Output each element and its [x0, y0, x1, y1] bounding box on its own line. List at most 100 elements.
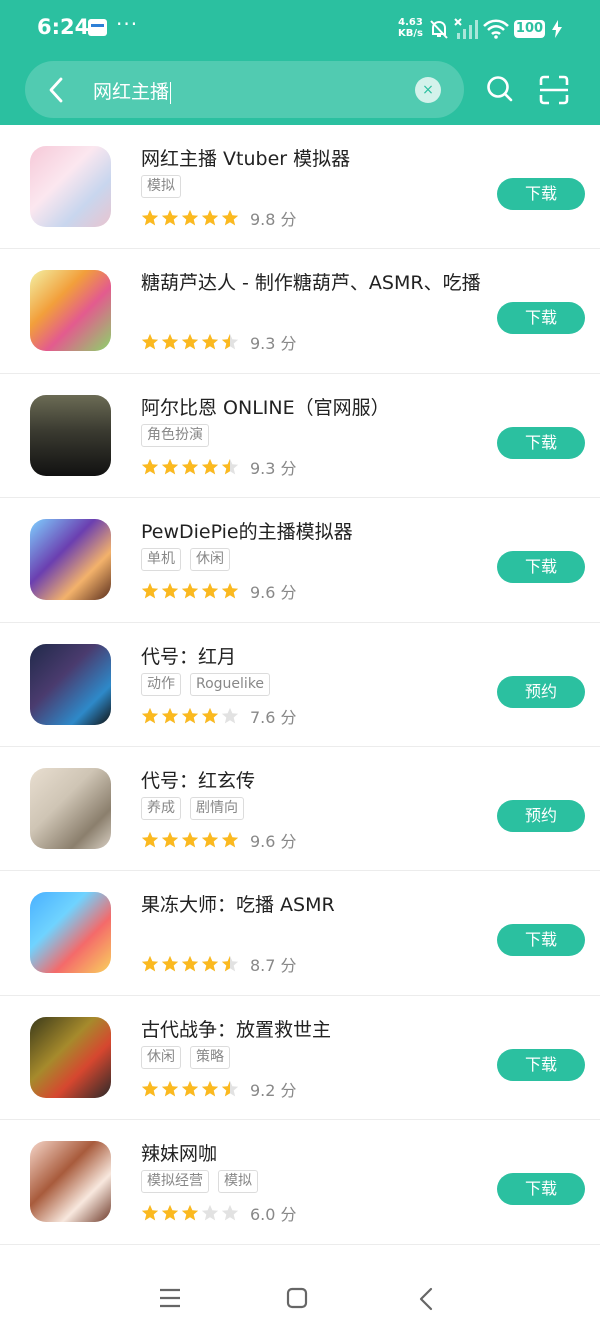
app-list-item[interactable]: PewDiePie的主播模拟器 单机 休闲 9.6 分 下载 — [0, 498, 600, 623]
star-full-icon — [161, 1080, 179, 1097]
star-full-icon — [201, 831, 219, 848]
app-name[interactable]: 古代战争：放置救世主 — [141, 1015, 331, 1042]
app-icon-image[interactable] — [30, 1016, 111, 1098]
star-full-icon — [141, 583, 159, 599]
star-full-icon — [181, 209, 199, 226]
app-rating: 9.6 分 — [141, 828, 297, 852]
more-notifications: ··· — [116, 12, 139, 36]
app-list-item[interactable]: 代号：红月 动作 Roguelike 7.6 分 预约 — [0, 623, 600, 747]
clear-icon: × — [422, 82, 434, 98]
download-button[interactable]: 下载 — [497, 1048, 585, 1081]
search-bar[interactable]: 网红主播 × — [25, 61, 464, 118]
app-list-item[interactable]: 辣妹网咖 模拟经营 模拟 6.0 分 下载 — [0, 1120, 600, 1245]
star-full-icon — [141, 831, 159, 848]
clear-button[interactable]: × — [415, 77, 441, 103]
rating-score: 8.7 分 — [250, 956, 297, 976]
app-name[interactable]: 代号：红月 — [141, 642, 236, 669]
text-caret — [170, 81, 172, 104]
back-icon[interactable] — [417, 1287, 435, 1311]
back-arrow-icon[interactable] — [43, 75, 71, 105]
app-tag: 模拟经营 — [141, 1170, 209, 1194]
download-button[interactable]: 下载 — [497, 302, 585, 335]
star-full-icon — [161, 831, 179, 848]
app-tags: 休闲 策略 — [141, 1045, 230, 1069]
download-button[interactable]: 下载 — [497, 426, 585, 459]
bell-muted-icon — [430, 20, 448, 39]
app-list-item[interactable]: 果冻大师：吃播 ASMR 8.7 分 下载 — [0, 871, 600, 996]
rating-score: 6.0 分 — [250, 1205, 297, 1225]
scan-icon[interactable] — [539, 75, 569, 105]
star-full-icon — [141, 1080, 159, 1097]
rating-stars — [141, 1080, 239, 1098]
star-full-icon — [141, 209, 159, 226]
app-icon-image[interactable] — [30, 643, 111, 725]
star-full-icon — [201, 209, 219, 226]
app-icon-image[interactable] — [30, 270, 111, 352]
rating-score: 7.6 分 — [250, 707, 297, 727]
search-icon[interactable] — [486, 75, 514, 103]
star-full-icon — [221, 209, 239, 226]
download-button[interactable]: 下载 — [497, 1173, 585, 1206]
app-icon-image[interactable] — [30, 519, 111, 601]
app-name[interactable]: 果冻大师：吃播 ASMR — [141, 890, 335, 917]
star-full-icon — [141, 458, 159, 475]
app-icon-image[interactable] — [30, 892, 111, 974]
rating-stars — [141, 582, 239, 600]
star-full-icon — [141, 1205, 159, 1221]
rating-score: 9.6 分 — [250, 583, 297, 603]
app-tags: 模拟 — [141, 175, 181, 198]
app-list-item[interactable]: 网红主播 Vtuber 模拟器 模拟 9.8 分 下载 — [0, 125, 600, 250]
rating-score: 9.6 分 — [250, 831, 297, 851]
signal-icon — [454, 18, 478, 39]
star-empty-icon — [221, 707, 239, 723]
app-icon-image[interactable] — [30, 767, 111, 849]
app-tag: 角色扮演 — [141, 423, 209, 447]
app-rating: 8.7 分 — [141, 952, 297, 976]
rating-score: 9.3 分 — [250, 334, 297, 354]
app-rating: 9.2 分 — [141, 1077, 297, 1101]
app-icon-image[interactable] — [30, 1141, 111, 1223]
download-button[interactable]: 下载 — [497, 551, 585, 584]
reserve-button[interactable]: 预约 — [497, 675, 585, 708]
network-speed-value: 4.63 — [398, 17, 423, 28]
menu-icon[interactable] — [159, 1288, 181, 1308]
app-icon-image[interactable] — [30, 394, 111, 476]
rating-stars — [141, 831, 239, 849]
app-rating: 9.3 分 — [141, 330, 297, 354]
wifi-icon — [483, 19, 509, 39]
home-icon[interactable] — [286, 1287, 308, 1309]
app-tag: 养成 — [141, 796, 181, 820]
app-name[interactable]: PewDiePie的主播模拟器 — [141, 517, 353, 544]
star-full-icon — [181, 458, 199, 475]
app-list-item[interactable]: 糖葫芦达人 - 制作糖葫芦、ASMR、吃播 9.3 分 下载 — [0, 249, 600, 374]
search-results-list: 网红主播 Vtuber 模拟器 模拟 9.8 分下载 糖葫芦达人 - 制作糖葫芦、AS… — [0, 125, 600, 1245]
card-icon — [88, 19, 107, 36]
app-list-item[interactable]: 古代战争：放置救世主 休闲 策略 9.2 分 下载 — [0, 996, 600, 1121]
app-tag: Roguelike — [190, 672, 271, 696]
download-button[interactable]: 下载 — [497, 924, 585, 957]
rating-stars — [141, 209, 239, 227]
charging-icon — [552, 20, 562, 38]
app-name[interactable]: 阿尔比恩 ONLINE（官网服） — [141, 393, 390, 420]
app-list-item[interactable]: 阿尔比恩 ONLINE（官网服） 角色扮演 9.3 分 下载 — [0, 374, 600, 499]
rating-stars — [141, 955, 239, 973]
star-full-icon — [161, 458, 179, 475]
system-nav-bar — [0, 1262, 600, 1333]
star-full-icon — [161, 707, 179, 723]
app-icon-image[interactable] — [30, 146, 111, 227]
search-input[interactable]: 网红主播 — [93, 77, 172, 104]
app-name[interactable]: 代号：红玄传 — [141, 766, 255, 793]
star-full-icon — [201, 707, 219, 723]
app-tags: 单机 休闲 — [141, 548, 230, 572]
download-button[interactable]: 下载 — [497, 178, 585, 210]
rating-stars — [141, 1204, 239, 1222]
star-full-icon — [201, 1080, 219, 1097]
app-name[interactable]: 糖葫芦达人 - 制作糖葫芦、ASMR、吃播 — [141, 268, 481, 295]
status-bar: 6:24 ··· 4.63 KB/s 100 — [0, 0, 600, 58]
app-name[interactable]: 网红主播 Vtuber 模拟器 — [141, 144, 350, 171]
app-name[interactable]: 辣妹网咖 — [141, 1139, 217, 1166]
rating-score: 9.2 分 — [250, 1080, 297, 1100]
app-tag: 休闲 — [190, 548, 230, 572]
reserve-button[interactable]: 预约 — [497, 799, 585, 832]
app-list-item[interactable]: 代号：红玄传 养成 剧情向 9.6 分 预约 — [0, 747, 600, 872]
